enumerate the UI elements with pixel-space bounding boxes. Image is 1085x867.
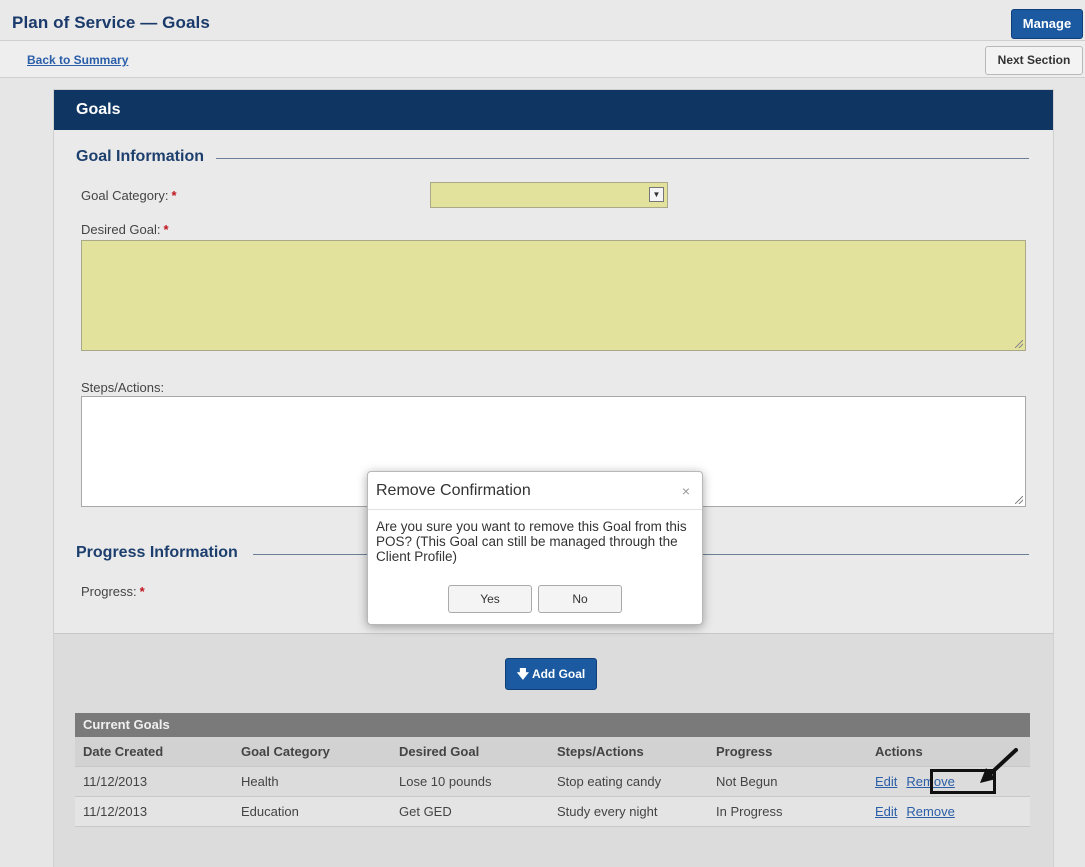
- back-to-summary-link[interactable]: Back to Summary: [27, 53, 128, 67]
- category-cell: Health: [241, 774, 279, 789]
- current-goals-table: Current Goals Date Created Goal Category…: [75, 713, 1030, 827]
- table-header-row: Date Created Goal Category Desired Goal …: [75, 737, 1030, 767]
- date-cell: 11/12/2013: [83, 774, 148, 789]
- sub-bar: Back to Summary Next Section: [0, 41, 1085, 78]
- category-cell: Education: [241, 804, 299, 819]
- down-arrow-icon: 🡇: [516, 667, 530, 681]
- required-star: *: [139, 584, 145, 599]
- progress-information-legend: Progress Information: [76, 544, 238, 561]
- legend-divider: [216, 158, 1029, 159]
- close-icon[interactable]: ×: [682, 483, 690, 499]
- column-header: Steps/Actions: [557, 744, 644, 759]
- steps-cell: Study every night: [557, 804, 658, 819]
- current-goals-caption: Current Goals: [75, 713, 1030, 737]
- date-cell: 11/12/2013: [83, 804, 148, 819]
- table-row: 11/12/2013 Health Lose 10 pounds Stop ea…: [75, 767, 1030, 797]
- column-header: Date Created: [83, 744, 164, 759]
- goal-cell: Lose 10 pounds: [399, 774, 492, 789]
- dialog-message: Are you sure you want to remove this Goa…: [376, 519, 687, 564]
- edit-link[interactable]: Edit: [875, 774, 897, 789]
- no-button[interactable]: No: [538, 585, 622, 613]
- table-body: 11/12/2013 Health Lose 10 pounds Stop ea…: [75, 767, 1030, 827]
- remove-link[interactable]: Remove: [906, 804, 954, 819]
- edit-link[interactable]: Edit: [875, 804, 897, 819]
- required-star: *: [163, 222, 169, 237]
- goal-category-label: Goal Category: *: [81, 188, 177, 203]
- resize-grip-icon[interactable]: [1015, 340, 1023, 348]
- top-bar: Plan of Service — Goals Manage: [0, 0, 1085, 41]
- add-goal-button[interactable]: 🡇 Add Goal: [505, 658, 597, 690]
- steps-cell: Stop eating candy: [557, 774, 662, 789]
- next-section-button[interactable]: Next Section: [985, 46, 1083, 75]
- page-title: Plan of Service — Goals: [12, 13, 210, 32]
- table-row: 11/12/2013 Education Get GED Study every…: [75, 797, 1030, 827]
- progress-cell: Not Begun: [716, 774, 778, 789]
- yes-button[interactable]: Yes: [448, 585, 532, 613]
- goal-category-select[interactable]: ▼: [430, 182, 668, 208]
- progress-cell: In Progress: [716, 804, 783, 819]
- desired-goal-textarea[interactable]: [81, 240, 1026, 351]
- panel-title: Goals: [54, 90, 1053, 130]
- column-header: Desired Goal: [399, 744, 480, 759]
- steps-actions-label: Steps/Actions:: [81, 380, 165, 395]
- pointer-arrow-icon: [980, 748, 1018, 783]
- manage-button[interactable]: Manage: [1011, 9, 1083, 39]
- dialog-divider: [368, 509, 702, 510]
- column-header: Goal Category: [241, 744, 330, 759]
- column-header: Progress: [716, 744, 773, 759]
- actions-cell: Edit Remove: [867, 804, 1030, 819]
- goal-cell: Get GED: [399, 804, 452, 819]
- required-star: *: [171, 188, 177, 203]
- desired-goal-label: Desired Goal: *: [81, 222, 169, 237]
- remove-confirmation-dialog: Remove Confirmation × Are you sure you w…: [367, 471, 703, 625]
- progress-label: Progress: *: [81, 584, 145, 599]
- dialog-title: Remove Confirmation: [376, 482, 531, 499]
- resize-grip-icon[interactable]: [1015, 496, 1023, 504]
- goal-information-legend: Goal Information: [76, 148, 204, 165]
- current-goals-area: 🡇 Add Goal Current Goals Date Created Go…: [54, 633, 1053, 867]
- dropdown-arrow-icon[interactable]: ▼: [649, 187, 664, 202]
